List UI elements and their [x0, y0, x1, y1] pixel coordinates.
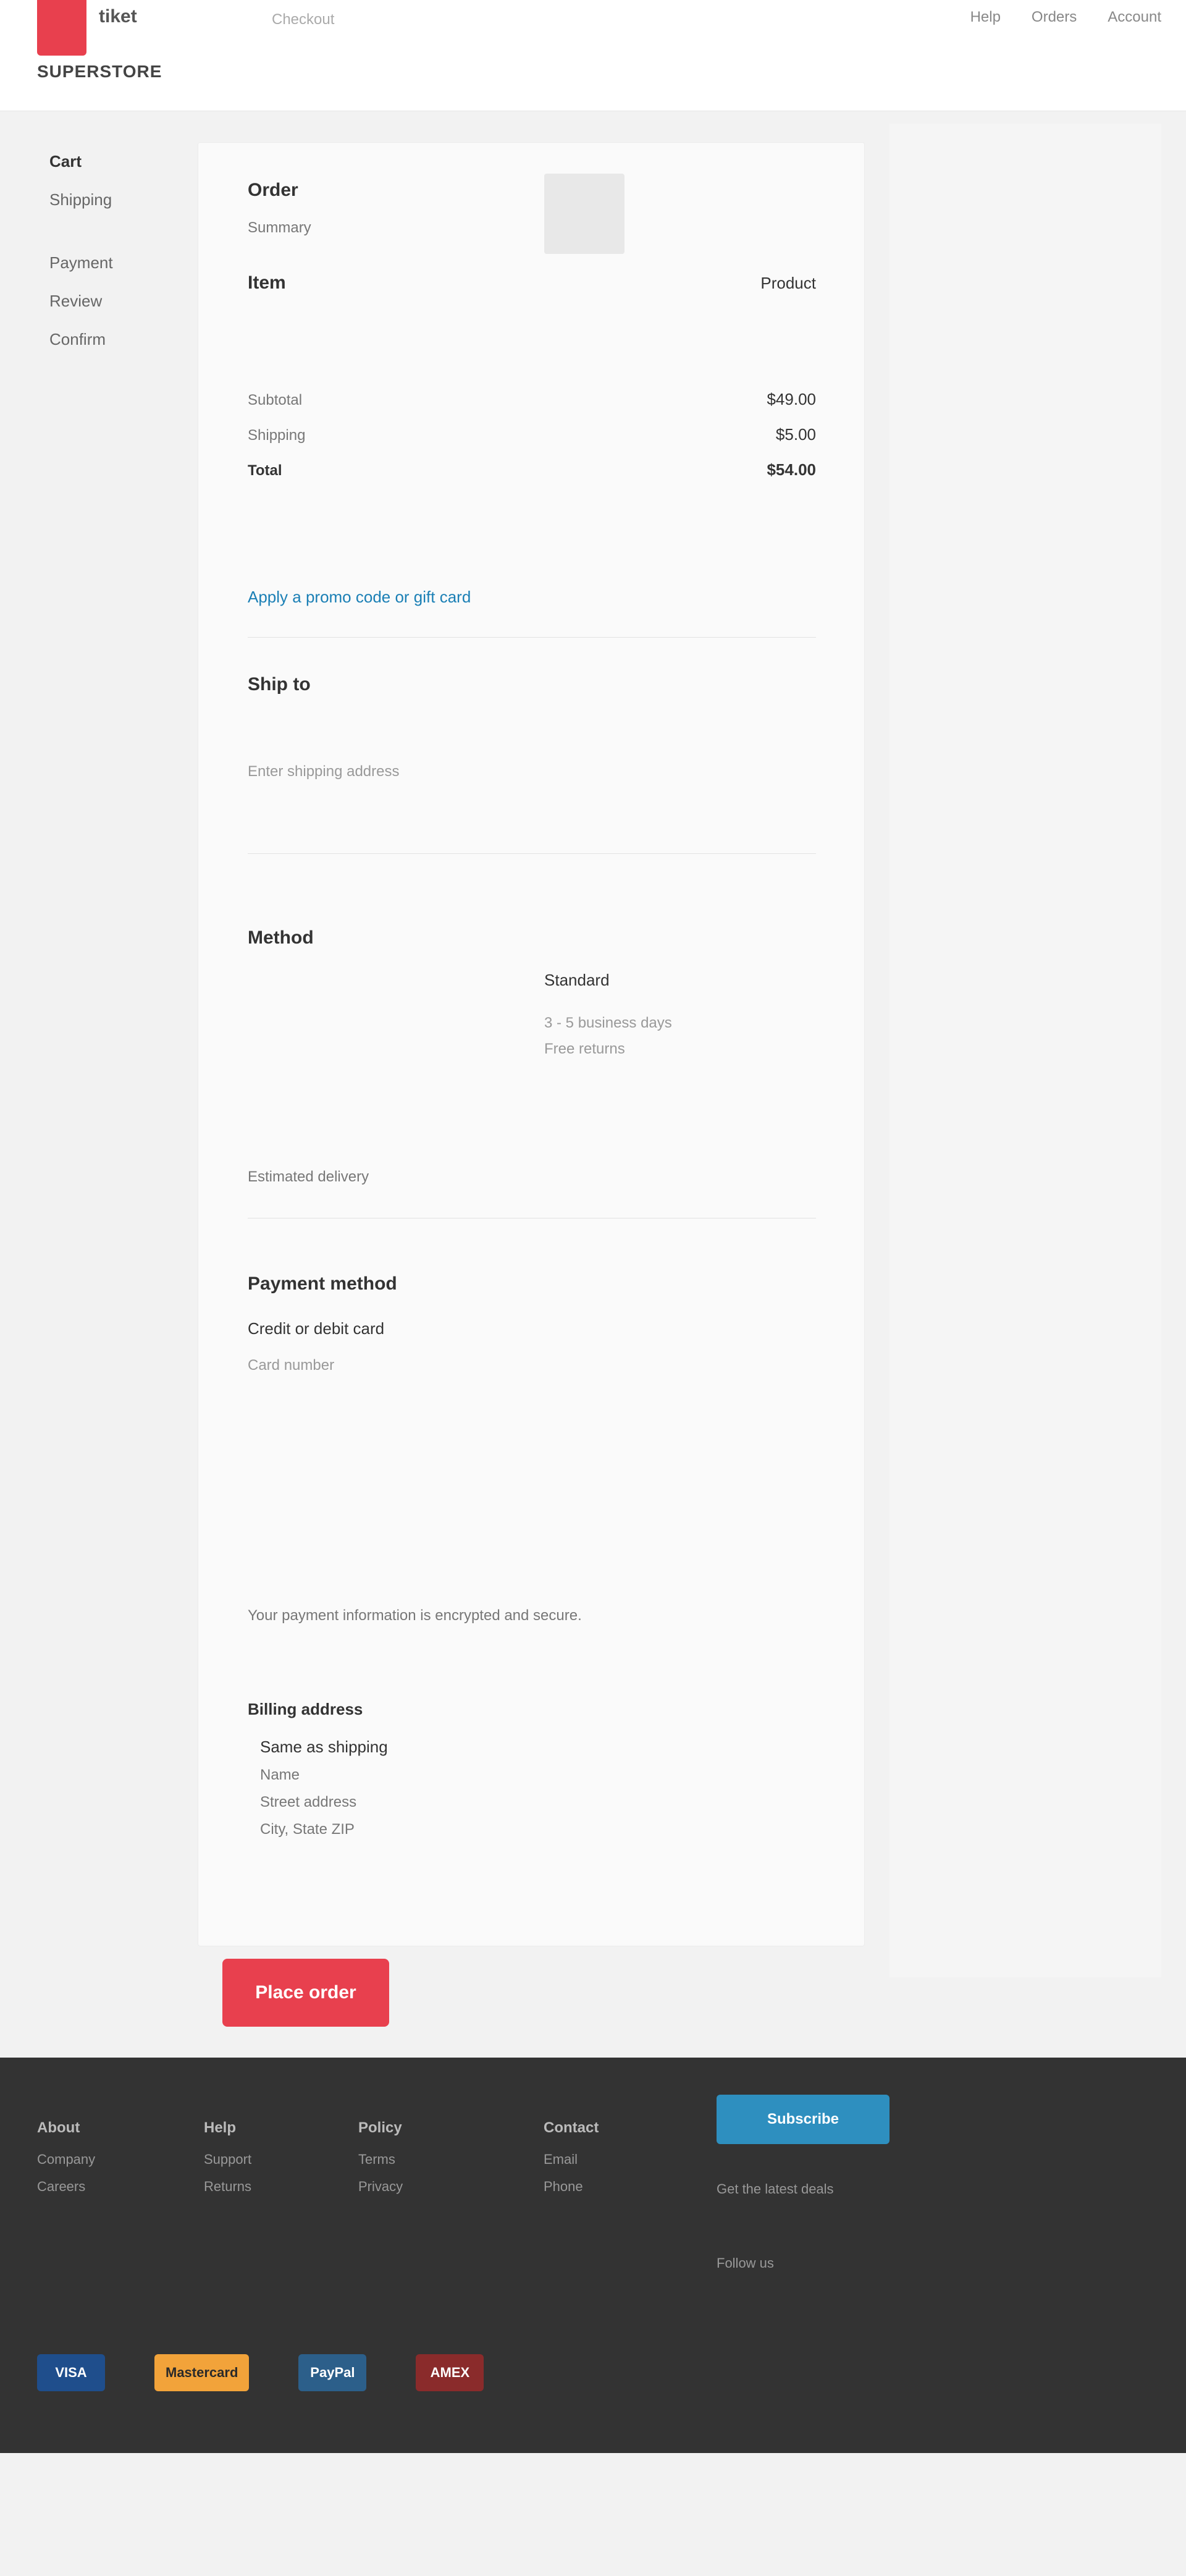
price-row-label: Subtotal: [248, 392, 303, 408]
header-links: Help Orders Account: [970, 9, 1161, 26]
sidebar-item-confirm[interactable]: Confirm: [31, 320, 179, 358]
delivery-section: Estimated delivery: [248, 1168, 816, 1186]
footer-link[interactable]: Careers: [37, 2179, 95, 2195]
sidebar-item-review[interactable]: Review: [31, 282, 179, 320]
shipping-method-option[interactable]: Standard 3 - 5 business days Free return…: [544, 971, 816, 1058]
footer-column-about: About Company Careers: [37, 2119, 95, 2206]
promo-link[interactable]: Apply a promo code or gift card: [248, 588, 816, 607]
order-item-label: Item: [248, 272, 286, 293]
product-thumbnail: [544, 174, 625, 254]
payment-option-card[interactable]: Credit or debit card: [248, 1319, 816, 1338]
subscribe-button[interactable]: Subscribe: [717, 2095, 890, 2144]
header-link-help[interactable]: Help: [970, 9, 1001, 26]
payment-badges: VISA Mastercard PayPal AMEX: [37, 2354, 484, 2391]
footer-link[interactable]: Returns: [204, 2179, 251, 2195]
sidebar-item-cart[interactable]: Cart: [31, 142, 179, 180]
shipping-method-title: Method: [248, 927, 314, 948]
site-footer: About Company Careers Help Support Retur…: [0, 2058, 1186, 2453]
divider: [248, 637, 816, 638]
shipping-method-section: Method: [248, 927, 816, 948]
order-summary-label: Summary: [248, 219, 311, 236]
header-tag: Checkout: [272, 11, 335, 28]
order-item: Item Product: [248, 272, 816, 293]
sidebar-item-payment[interactable]: Payment: [31, 243, 179, 282]
sidebar-divider: [31, 219, 179, 243]
price-row-shipping: Shipping $5.00: [248, 425, 816, 444]
site-header: tiket SUPERSTORE Checkout Help Orders Ac…: [0, 0, 1186, 111]
footer-note: Follow us: [717, 2255, 774, 2271]
footer-link[interactable]: Terms: [358, 2152, 403, 2168]
shipping-section: Ship to Enter shipping address: [248, 674, 816, 780]
promo-section: Apply a promo code or gift card: [248, 588, 816, 607]
price-row-label: Total: [248, 462, 282, 479]
shipping-address-input[interactable]: Enter shipping address: [248, 763, 816, 780]
footer-column-title: Help: [204, 2119, 237, 2136]
shipping-method-name: Standard: [544, 971, 610, 989]
payment-notice: Your payment information is encrypted an…: [248, 1607, 816, 1624]
footer-link[interactable]: Privacy: [358, 2179, 403, 2195]
logo-subtitle: SUPERSTORE: [37, 62, 162, 81]
footer-link[interactable]: Company: [37, 2152, 95, 2168]
footer-column-title: Policy: [358, 2119, 402, 2136]
card-number-input[interactable]: Card number: [248, 1357, 816, 1374]
footer-column-contact: Contact Email Phone: [544, 2119, 599, 2206]
paypal-icon: PayPal: [298, 2354, 367, 2391]
billing-line[interactable]: Same as shipping: [260, 1738, 816, 1757]
order-title: Order: [248, 180, 298, 200]
delivery-note: Estimated delivery: [248, 1168, 369, 1185]
shipping-title: Ship to: [248, 674, 311, 695]
product-name[interactable]: Product: [760, 274, 816, 293]
footer-column-title: About: [37, 2119, 80, 2136]
footer-link[interactable]: Email: [544, 2152, 599, 2168]
footer-column-help: Help Support Returns: [204, 2119, 251, 2206]
logo-mark: [37, 0, 86, 56]
divider: [248, 853, 816, 854]
billing-line: City, State ZIP: [260, 1821, 355, 1838]
logo-text: tiket: [99, 6, 137, 27]
price-row-value: $5.00: [775, 425, 816, 444]
shipping-method-desc: 3 - 5 business days: [544, 1015, 672, 1031]
order-section: Order Summary: [248, 180, 816, 237]
header-link-orders[interactable]: Orders: [1032, 9, 1077, 26]
footer-column-title: Contact: [544, 2119, 599, 2136]
billing-title: Billing address: [248, 1700, 363, 1718]
footer-note: Get the latest deals: [717, 2181, 834, 2197]
shipping-method-desc: Free returns: [544, 1041, 625, 1057]
price-row-total: Total $54.00: [248, 460, 816, 479]
amex-icon: AMEX: [416, 2354, 484, 2391]
footer-link[interactable]: Support: [204, 2152, 251, 2168]
footer-link[interactable]: Phone: [544, 2179, 599, 2195]
price-row-label: Shipping: [248, 427, 306, 444]
visa-icon: VISA: [37, 2354, 105, 2391]
checkout-steps-sidebar: Cart Shipping Payment Review Confirm: [31, 142, 179, 358]
billing-line: Street address: [260, 1794, 357, 1810]
billing-section: Billing address Same as shipping Name St…: [248, 1700, 816, 1838]
site-logo[interactable]: tiket SUPERSTORE: [31, 0, 241, 93]
place-order-button[interactable]: Place order: [222, 1959, 389, 2027]
footer-column-policy: Policy Terms Privacy: [358, 2119, 403, 2206]
right-panel: [890, 124, 1161, 1977]
sidebar-item-shipping[interactable]: Shipping: [31, 180, 179, 219]
page-bottom: [0, 2453, 1186, 2576]
price-row-value: $54.00: [767, 460, 816, 479]
payment-security-notice: Your payment information is encrypted an…: [248, 1607, 582, 1624]
billing-lines: Same as shipping Name Street address Cit…: [260, 1738, 816, 1838]
billing-line: Name: [260, 1767, 300, 1783]
checkout-card: Order Summary Item Product Subtotal $49.…: [198, 142, 865, 1946]
payment-title: Payment method: [248, 1273, 397, 1294]
payment-section: Payment method Credit or debit card Card…: [248, 1273, 816, 1374]
price-breakdown: Subtotal $49.00 Shipping $5.00 Total $54…: [248, 390, 816, 479]
price-row-subtotal: Subtotal $49.00: [248, 390, 816, 409]
header-link-account[interactable]: Account: [1108, 9, 1161, 26]
mastercard-icon: Mastercard: [154, 2354, 250, 2391]
price-row-value: $49.00: [767, 390, 816, 408]
